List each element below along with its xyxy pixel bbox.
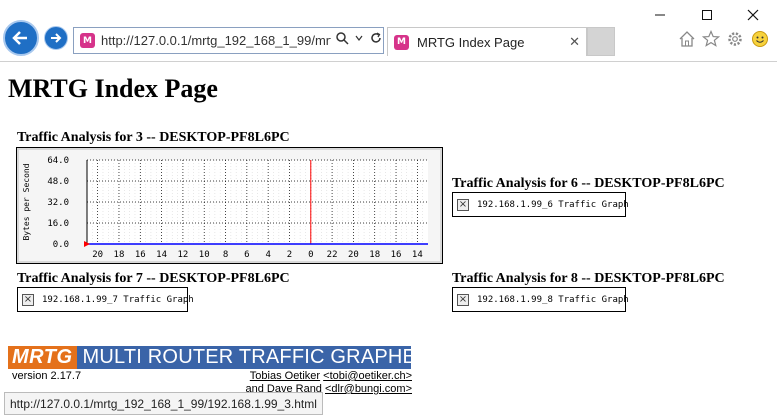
x-tick-label: 6 [244, 250, 249, 260]
forward-icon [51, 33, 62, 43]
image-alt-text: 192.168.1.99_8 Traffic Graph [477, 294, 629, 305]
maximize-icon[interactable] [697, 5, 717, 25]
back-button[interactable] [3, 20, 39, 56]
traffic-graph-6-link[interactable]: × 192.168.1.99_6 Traffic Graph [452, 192, 629, 217]
panel-title-3: Traffic Analysis for 3 -- DESKTOP-PF8L6P… [17, 130, 290, 145]
broken-image-icon: × [22, 293, 34, 306]
forward-button[interactable] [44, 26, 68, 50]
x-tick-label: 8 [223, 250, 228, 260]
status-bar: http://127.0.0.1/mrtg_192_168_1_99/192.1… [4, 392, 323, 415]
y-tick-label: 64.0 [47, 156, 69, 166]
y-axis-label: Bytes per Second [22, 163, 31, 240]
traffic-chart: 64.048.032.016.00.020 18 16 14 12 10 8 6 4 2 0 22 20… [22, 156, 428, 260]
address-url[interactable]: http://127.0.0.1/mrtg_192_168_1_99/mrtg [101, 33, 331, 48]
x-tick-label: 16 [391, 250, 402, 260]
x-tick-label: 14 [156, 250, 167, 260]
mrtg-logo[interactable]: MRTG MULTI ROUTER TRAFFIC GRAPHER [8, 346, 411, 369]
broken-image-icon: × [457, 293, 469, 306]
y-tick-label: 32.0 [47, 198, 69, 208]
x-tick-label: 22 [327, 250, 338, 260]
x-tick-label: 18 [369, 250, 380, 260]
author-link-tobias[interactable]: Tobias Oetiker [250, 370, 320, 382]
author-email-tobias[interactable]: <tobi@oetiker.ch> [323, 370, 412, 382]
favorites-star-icon[interactable] [701, 29, 721, 49]
back-icon [12, 31, 27, 45]
x-tick-label: 18 [114, 250, 125, 260]
home-icon[interactable] [677, 29, 697, 49]
y-tick-label: 0.0 [53, 240, 69, 250]
logo-tagline: MULTI ROUTER TRAFFIC GRAPHER [82, 346, 411, 368]
x-tick-label: 2 [287, 250, 292, 260]
y-tick-label: 48.0 [47, 177, 69, 187]
logo-mrtg-text: MRTG [8, 346, 77, 369]
x-tick-label: 4 [265, 250, 270, 260]
traffic-graph-3[interactable]: 64.0 48.0 32.0 16.0 0.0 20 18 16 14 12 10 8 6 4 2 0 22 20… [16, 147, 443, 264]
new-tab-button[interactable] [587, 27, 615, 56]
x-tick-label: 10 [199, 250, 210, 260]
broken-image-icon: × [457, 198, 469, 211]
version-text: version 2.17.7 [12, 370, 82, 382]
tab-mrtg-index[interactable]: M MRTG Index Page ✕ [387, 27, 587, 56]
minimize-icon[interactable] [650, 5, 670, 25]
traffic-graph-8-link[interactable]: × 192.168.1.99_8 Traffic Graph [452, 287, 629, 312]
smiley-feedback-icon[interactable] [750, 29, 770, 49]
chrome-separator [0, 61, 777, 62]
dropdown-arrow-icon[interactable] [355, 31, 363, 50]
search-icon[interactable] [335, 31, 349, 50]
tab-title: MRTG Index Page [417, 34, 525, 50]
panel-title-8: Traffic Analysis for 8 -- DESKTOP-PF8L6P… [452, 271, 725, 286]
close-icon[interactable] [743, 5, 763, 25]
panel-title-6: Traffic Analysis for 6 -- DESKTOP-PF8L6P… [452, 176, 725, 191]
address-bar[interactable]: M http://127.0.0.1/mrtg_192_168_1_99/mrt… [73, 27, 384, 54]
browser-chrome: M http://127.0.0.1/mrtg_192_168_1_99/mrt… [0, 0, 777, 62]
tab-favicon: M [394, 34, 409, 50]
panel-title-7: Traffic Analysis for 7 -- DESKTOP-PF8L6P… [17, 271, 290, 286]
author-email-dave[interactable]: <dlr@bungi.com> [325, 383, 412, 395]
tab-close-icon[interactable]: ✕ [569, 34, 580, 50]
y-tick-label: 16.0 [47, 219, 69, 229]
image-alt-text: 192.168.1.99_6 Traffic Graph [477, 199, 629, 210]
x-tick-label: 20 [92, 250, 103, 260]
x-tick-label: 12 [177, 250, 188, 260]
x-tick-label: 14 [412, 250, 423, 260]
x-tick-label: 16 [135, 250, 146, 260]
image-alt-text: 192.168.1.99_7 Traffic Graph [42, 294, 194, 305]
traffic-graph-7-link[interactable]: × 192.168.1.99_7 Traffic Graph [17, 287, 194, 312]
x-tick-label: 0 [308, 250, 313, 260]
refresh-icon[interactable] [369, 31, 383, 50]
page-title: MRTG Index Page [8, 74, 218, 103]
site-favicon: M [80, 33, 95, 48]
x-tick-label: 20 [348, 250, 359, 260]
settings-gear-icon[interactable] [725, 29, 745, 49]
